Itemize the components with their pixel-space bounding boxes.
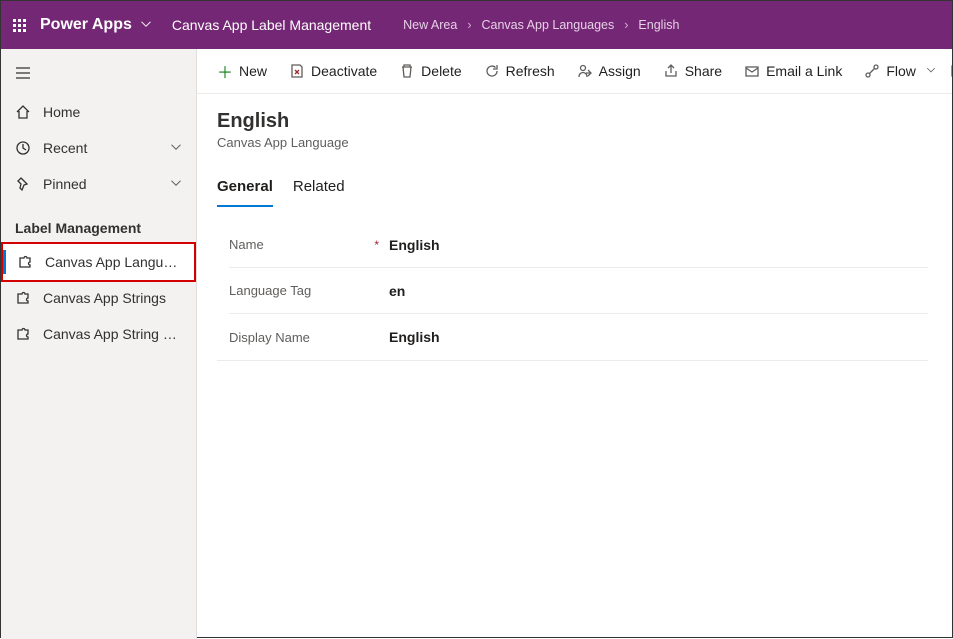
sidebar-item-string-values[interactable]: Canvas App String V… bbox=[1, 316, 196, 352]
sidebar-item-recent[interactable]: Recent bbox=[1, 130, 196, 166]
main-content: ＋ New Deactivate Delete Refresh bbox=[197, 49, 952, 639]
tab-related[interactable]: Related bbox=[293, 172, 345, 207]
app-subtitle: Canvas App Label Management bbox=[172, 17, 371, 33]
field-value: English bbox=[389, 237, 440, 253]
sidebar-item-label: Recent bbox=[43, 140, 158, 156]
assign-icon bbox=[577, 63, 593, 79]
overflow-button[interactable] bbox=[948, 57, 952, 85]
puzzle-icon bbox=[15, 290, 31, 306]
app-name: Power Apps bbox=[40, 16, 132, 34]
field-value: English bbox=[389, 329, 440, 345]
breadcrumb: New Area › Canvas App Languages › Englis… bbox=[403, 18, 679, 32]
sidebar-item-languages[interactable]: Canvas App Languag… bbox=[3, 244, 194, 280]
sidebar-item-label: Canvas App Languag… bbox=[45, 254, 180, 270]
chevron-down-icon bbox=[140, 18, 152, 33]
flow-icon bbox=[864, 63, 880, 79]
clock-icon bbox=[15, 140, 31, 156]
field-label-text: Language Tag bbox=[229, 283, 311, 298]
tabs: General Related bbox=[217, 172, 928, 208]
chevron-down-icon bbox=[170, 176, 182, 192]
sidebar-group-header: Label Management bbox=[1, 202, 196, 244]
sidebar-item-label: Home bbox=[43, 104, 182, 120]
form: Name * English Language Tag en Display N… bbox=[217, 222, 928, 361]
deactivate-button[interactable]: Deactivate bbox=[279, 57, 387, 85]
tab-general[interactable]: General bbox=[217, 172, 273, 207]
sidebar-item-label: Canvas App Strings bbox=[43, 290, 182, 306]
command-label: Email a Link bbox=[766, 63, 842, 79]
app-header: Power Apps Canvas App Label Management N… bbox=[1, 1, 952, 49]
sidebar-item-strings[interactable]: Canvas App Strings bbox=[1, 280, 196, 316]
deactivate-icon bbox=[289, 63, 305, 79]
flow-button[interactable]: Flow bbox=[854, 57, 946, 85]
sidebar-item-label: Pinned bbox=[43, 176, 158, 192]
field-value: en bbox=[389, 283, 405, 299]
command-label: New bbox=[239, 63, 267, 79]
delete-button[interactable]: Delete bbox=[389, 57, 471, 85]
command-bar: ＋ New Deactivate Delete Refresh bbox=[197, 49, 952, 94]
puzzle-icon bbox=[15, 326, 31, 342]
breadcrumb-item[interactable]: English bbox=[638, 18, 679, 32]
chevron-down-icon bbox=[170, 140, 182, 156]
share-button[interactable]: Share bbox=[653, 57, 732, 85]
chevron-down-icon bbox=[926, 65, 936, 78]
field-label-text: Name bbox=[229, 237, 264, 252]
required-indicator: * bbox=[374, 238, 379, 252]
record-title: English bbox=[217, 110, 928, 133]
command-label: Delete bbox=[421, 63, 461, 79]
record-entity: Canvas App Language bbox=[217, 135, 928, 150]
breadcrumb-item[interactable]: New Area bbox=[403, 18, 457, 32]
sidebar-item-home[interactable]: Home bbox=[1, 94, 196, 130]
puzzle-icon bbox=[17, 254, 33, 270]
highlight-annotation: Canvas App Languag… bbox=[1, 242, 196, 282]
pin-icon bbox=[15, 176, 31, 192]
command-label: Assign bbox=[599, 63, 641, 79]
command-label: Refresh bbox=[506, 63, 555, 79]
field-display-name[interactable]: Display Name English bbox=[229, 314, 928, 360]
word-icon bbox=[950, 63, 952, 79]
refresh-button[interactable]: Refresh bbox=[474, 57, 565, 85]
sidebar-toggle[interactable] bbox=[1, 55, 196, 94]
app-launcher-icon[interactable] bbox=[13, 19, 26, 32]
sidebar: Home Recent Pinned Label Management bbox=[1, 49, 197, 639]
field-language-tag[interactable]: Language Tag en bbox=[229, 268, 928, 314]
plus-icon: ＋ bbox=[217, 63, 233, 79]
new-button[interactable]: ＋ New bbox=[207, 57, 277, 85]
chevron-right-icon: › bbox=[467, 18, 471, 32]
home-icon bbox=[15, 104, 31, 120]
chevron-right-icon: › bbox=[624, 18, 628, 32]
email-link-button[interactable]: Email a Link bbox=[734, 57, 852, 85]
app-switcher[interactable]: Power Apps bbox=[40, 16, 152, 34]
assign-button[interactable]: Assign bbox=[567, 57, 651, 85]
command-label: Share bbox=[685, 63, 722, 79]
field-name[interactable]: Name * English bbox=[229, 222, 928, 268]
refresh-icon bbox=[484, 63, 500, 79]
trash-icon bbox=[399, 63, 415, 79]
command-label: Deactivate bbox=[311, 63, 377, 79]
sidebar-item-label: Canvas App String V… bbox=[43, 326, 182, 342]
command-label: Flow bbox=[886, 63, 916, 79]
breadcrumb-item[interactable]: Canvas App Languages bbox=[482, 18, 615, 32]
share-icon bbox=[663, 63, 679, 79]
field-label-text: Display Name bbox=[229, 330, 310, 345]
sidebar-item-pinned[interactable]: Pinned bbox=[1, 166, 196, 202]
mail-icon bbox=[744, 63, 760, 79]
